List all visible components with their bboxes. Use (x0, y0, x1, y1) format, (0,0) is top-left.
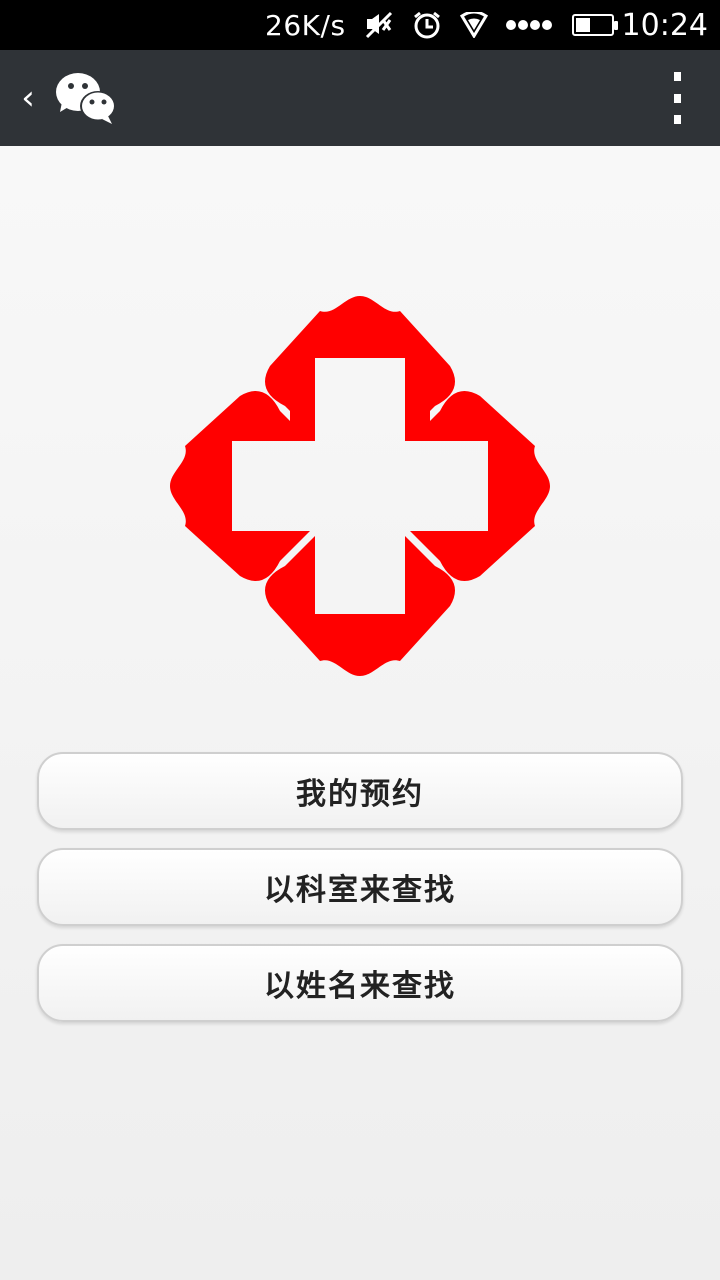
clock: 10:24 (621, 7, 708, 43)
alarm-icon (412, 10, 442, 40)
more-vertical-icon (673, 72, 681, 81)
mute-icon (364, 11, 394, 39)
back-button[interactable]: ‹ (4, 50, 52, 146)
main-content: 我的预约 以科室来查找 以姓名来查找 (0, 146, 720, 1280)
wechat-icon (54, 70, 118, 126)
search-by-name-button[interactable]: 以姓名来查找 (37, 944, 683, 1022)
signal-icon (505, 15, 554, 35)
wifi-icon (459, 12, 488, 38)
chevron-left-icon: ‹ (21, 78, 35, 118)
network-speed: 26K/s (265, 8, 346, 42)
title-bar: ‹ (0, 50, 720, 146)
status-bar: 26K/s 10:24 (0, 0, 720, 50)
search-by-department-button[interactable]: 以科室来查找 (37, 848, 683, 926)
more-menu-button[interactable] (664, 72, 690, 124)
my-appointments-button[interactable]: 我的预约 (37, 752, 683, 830)
red-cross-icon (170, 296, 550, 676)
battery-icon (571, 14, 618, 36)
